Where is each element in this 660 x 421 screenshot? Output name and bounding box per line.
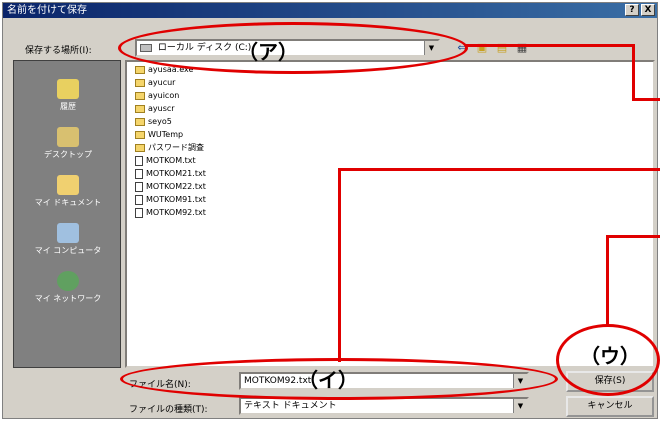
places-bar: 履歴 デスクトップ マイ ドキュメント マイ コンピュータ マイ ネットワーク [13,60,121,368]
my-documents-icon [57,175,79,195]
folder-icon [135,104,145,113]
folder-icon [135,78,145,87]
filetype-select[interactable]: テキスト ドキュメント ▼ [239,397,529,415]
cancel-button[interactable]: キャンセル [566,396,654,417]
list-item[interactable]: MOTKOM91.txt [135,194,206,206]
annotation-label-i: （イ） [298,368,358,392]
leader-line-u [606,235,660,238]
my-network-icon [57,271,79,291]
annotation-label-u: （ウ） [580,344,640,368]
filetype-label: ファイルの種類(T): [129,405,208,415]
list-item[interactable]: MOTKOM21.txt [135,168,206,180]
place-my-computer[interactable]: マイ コンピュータ [14,223,122,256]
list-item[interactable]: MOTKOM92.txt [135,207,206,219]
leader-line-a [632,98,660,101]
folder-icon [135,91,145,100]
list-item[interactable]: ayucur [135,77,175,89]
title-bar: 名前を付けて保存 ? X [3,3,657,18]
list-item[interactable]: MOTKOM.txt [135,155,196,167]
leader-line-u [606,235,609,327]
desktop-icon [57,127,79,147]
text-file-icon [135,207,143,218]
text-file-icon [135,181,143,192]
chevron-down-icon[interactable]: ▼ [513,399,527,413]
help-button[interactable]: ? [625,4,639,16]
leader-line-a [632,44,635,100]
text-file-icon [135,168,143,179]
close-button[interactable]: X [641,4,655,16]
list-item[interactable]: WUTemp [135,129,183,141]
save-in-label: 保存する場所(I): [25,46,92,56]
list-item[interactable]: パスワード調査 [135,142,204,154]
place-my-documents[interactable]: マイ ドキュメント [14,175,122,208]
text-file-icon [135,155,143,166]
folder-icon [135,130,145,139]
place-desktop[interactable]: デスクトップ [14,127,122,160]
folder-icon [135,65,145,74]
folder-icon [135,117,145,126]
place-history[interactable]: 履歴 [14,79,122,112]
annotation-label-a: （ア） [238,40,298,64]
list-item[interactable]: MOTKOM22.txt [135,181,206,193]
dialog-title: 名前を付けて保存 [7,5,87,16]
leader-line-i [338,168,660,171]
list-item[interactable]: ayuicon [135,90,179,102]
place-my-network[interactable]: マイ ネットワーク [14,271,122,304]
file-list[interactable]: ayusaa.exe ayucur ayuicon ayuscr seyo5 W… [125,60,655,368]
list-item[interactable]: ayuscr [135,103,175,115]
list-item[interactable]: seyo5 [135,116,172,128]
leader-line-i [338,168,341,362]
text-file-icon [135,194,143,205]
my-computer-icon [57,223,79,243]
folder-icon [135,143,145,152]
history-icon [57,79,79,99]
leader-line-a [466,44,634,47]
